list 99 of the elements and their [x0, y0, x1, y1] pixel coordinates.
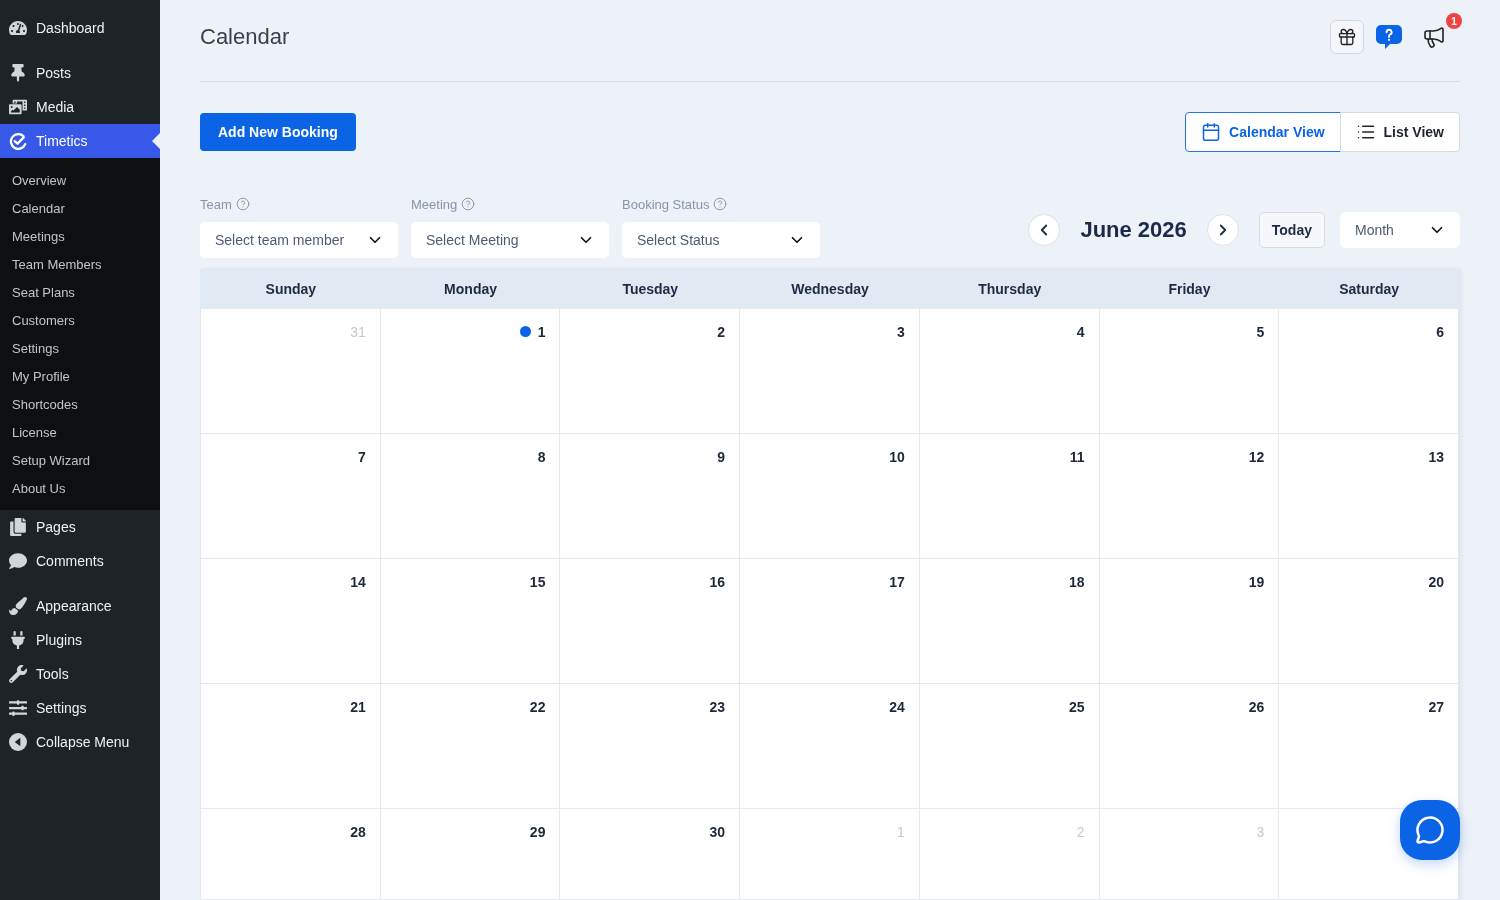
- wrench-icon: [9, 665, 27, 683]
- weekday-label: Wednesday: [740, 269, 920, 309]
- check-circle-icon: [9, 132, 27, 150]
- dropdown-select[interactable]: Month: [1340, 212, 1460, 248]
- weekday-label: Sunday: [201, 269, 381, 309]
- view-toggle-button[interactable]: Calendar View: [1185, 112, 1341, 152]
- sidebar-menu-item[interactable]: Comments: [0, 544, 160, 578]
- pages-icon: [9, 518, 27, 536]
- date-number: 3: [897, 324, 905, 340]
- gift-icon: [1337, 27, 1357, 47]
- submenu-item[interactable]: Shortcodes: [0, 390, 160, 418]
- date-number: 15: [529, 574, 546, 590]
- submenu-item[interactable]: About Us: [0, 474, 160, 502]
- sidebar-menu-item[interactable]: Collapse Menu: [0, 725, 160, 759]
- sidebar-menu-item[interactable]: Plugins: [0, 623, 160, 657]
- chat-launcher-button[interactable]: [1400, 800, 1460, 860]
- gift-button[interactable]: [1330, 20, 1364, 54]
- date-number: 18: [1069, 574, 1085, 590]
- today-button[interactable]: Today: [1258, 212, 1325, 248]
- date-number: 3: [1256, 824, 1265, 840]
- date-number: 16: [709, 574, 726, 590]
- previous-month-button[interactable]: [1028, 214, 1061, 246]
- sidebar-menu-item[interactable]: Appearance: [0, 589, 160, 623]
- dropdown-select[interactable]: Select team member: [200, 222, 398, 258]
- date-number: 10: [889, 449, 905, 465]
- date-number: 8: [537, 449, 546, 465]
- sidebar-menu-item[interactable]: Timetics: [0, 124, 160, 158]
- date-number: 21: [350, 699, 366, 715]
- submenu-item[interactable]: Settings: [0, 334, 160, 362]
- date-number: 23: [709, 699, 726, 715]
- submenu-item[interactable]: Overview: [0, 166, 160, 194]
- help-bubble-icon[interactable]: [1376, 25, 1402, 49]
- submenu-item[interactable]: Meetings: [0, 222, 160, 250]
- notification-badge: 1: [1446, 13, 1462, 29]
- date-number: 26: [1248, 699, 1265, 715]
- submenu-item[interactable]: Setup Wizard: [0, 446, 160, 474]
- date-number: 4: [1076, 324, 1085, 340]
- date-number: 5: [1256, 324, 1265, 340]
- view-toggle-button[interactable]: List View: [1339, 112, 1460, 152]
- weekday-label: Saturday: [1279, 269, 1459, 309]
- page-title: Calendar: [200, 24, 290, 50]
- weekday-label: Friday: [1099, 269, 1280, 309]
- date-number: 2: [717, 324, 726, 340]
- submenu-item[interactable]: Customers: [0, 306, 160, 334]
- left-arrow-circle-icon: [9, 733, 27, 751]
- sidebar-menu-item[interactable]: Media: [0, 90, 160, 124]
- next-month-button[interactable]: [1206, 214, 1239, 246]
- gauge-icon: [9, 19, 27, 37]
- sidebar-menu-item[interactable]: Dashboard: [0, 11, 160, 45]
- date-number: 1: [537, 324, 546, 340]
- date-number: 20: [1428, 574, 1444, 590]
- date-number: 28: [350, 824, 366, 840]
- weekday-label: Monday: [380, 269, 561, 309]
- dropdown-select[interactable]: Select Meeting: [411, 222, 609, 258]
- submenu-item[interactable]: Calendar: [0, 194, 160, 222]
- date-number: 19: [1248, 574, 1265, 590]
- date-number: 17: [889, 574, 905, 590]
- filter-label: Team: [200, 196, 232, 212]
- date-number: 27: [1428, 699, 1444, 715]
- add-booking-button[interactable]: Add New Booking: [200, 113, 356, 151]
- sidebar-menu-item[interactable]: Settings: [0, 691, 160, 725]
- date-number: 22: [529, 699, 546, 715]
- date-number: 12: [1248, 449, 1265, 465]
- paintbrush-icon: [9, 597, 27, 615]
- speech-bubble-icon: [1415, 815, 1445, 845]
- date-number: 29: [529, 824, 546, 840]
- weekday-label: Tuesday: [560, 269, 741, 309]
- megaphone-icon[interactable]: [1422, 25, 1446, 49]
- date-number: 11: [1069, 449, 1085, 465]
- date-number: 25: [1069, 699, 1085, 715]
- filter-label: Booking Status: [622, 196, 710, 212]
- date-number: 1: [897, 824, 905, 840]
- date-number: 9: [717, 449, 726, 465]
- sidebar-menu-item[interactable]: Pages: [0, 510, 160, 544]
- calendar-icon: [1201, 122, 1222, 142]
- submenu-item[interactable]: Seat Plans: [0, 278, 160, 306]
- plug-icon: [9, 631, 27, 649]
- speech-bubble-icon: [9, 552, 27, 570]
- sidebar-menu-item[interactable]: Tools: [0, 657, 160, 691]
- date-number: 30: [709, 824, 726, 840]
- filter-label: Meeting: [411, 196, 458, 212]
- date-number: 14: [350, 574, 366, 590]
- dropdown-select[interactable]: Select Status: [622, 222, 820, 258]
- submenu-item[interactable]: Team Members: [0, 250, 160, 278]
- sidebar-menu-item[interactable]: Posts: [0, 56, 160, 90]
- date-number: 6: [1436, 324, 1444, 340]
- date-number: 31: [350, 324, 366, 340]
- month-title: June 2026: [1080, 217, 1187, 243]
- date-number: 2: [1076, 824, 1085, 840]
- submenu-item[interactable]: My Profile: [0, 362, 160, 390]
- photo-video-icon: [9, 98, 27, 116]
- list-icon: [1355, 122, 1376, 142]
- date-number: 24: [889, 699, 905, 715]
- pin-icon: [9, 64, 27, 82]
- date-number: 13: [1428, 449, 1444, 465]
- sliders-icon: [9, 699, 27, 717]
- weekday-label: Thursday: [919, 269, 1100, 309]
- date-number: 7: [357, 449, 366, 465]
- submenu-item[interactable]: License: [0, 418, 160, 446]
